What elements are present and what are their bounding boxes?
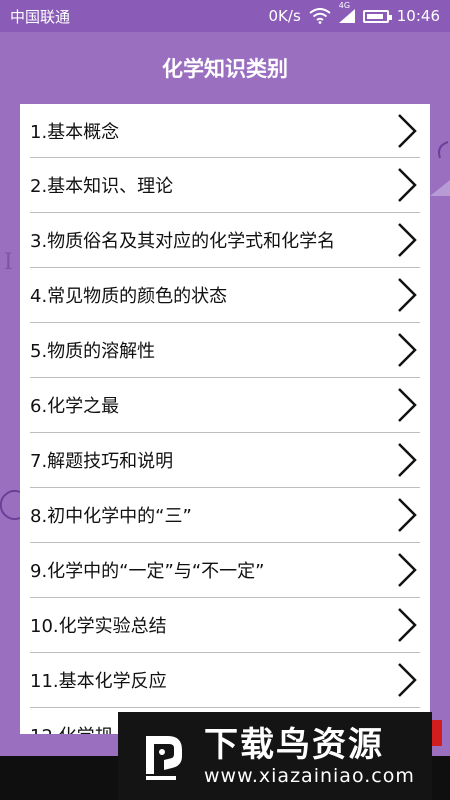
chevron-right-icon <box>398 333 417 367</box>
watermark-url: www.xiazainiao.com <box>204 765 415 787</box>
list-item-label: 6.化学之最 <box>30 396 120 417</box>
list-item-label: 4.常见物质的颜色的状态 <box>30 286 228 307</box>
list-item-label: 12.化学规 <box>30 722 113 734</box>
background-doodle-left: I <box>4 250 13 275</box>
list-item[interactable]: 11.基本化学反应 <box>30 653 420 708</box>
chevron-right-icon <box>398 663 417 697</box>
network-speed: 0K/s <box>268 7 301 25</box>
list-item[interactable]: 6.化学之最 <box>30 378 420 433</box>
status-indicators: 0K/s 4G 10:46 <box>268 1 440 25</box>
signal-group: 4G <box>338 1 355 23</box>
list-item-label: 8.初中化学中的“三” <box>30 506 192 527</box>
list-item[interactable]: 3.物质俗名及其对应的化学式和化学名 <box>30 213 420 268</box>
background-circle-doodle <box>0 490 21 520</box>
status-bar: 中国联通 0K/s 4G 10:46 <box>0 0 450 32</box>
list-item[interactable]: 5.物质的溶解性 <box>30 323 420 378</box>
list-item-label: 5.物质的溶解性 <box>30 341 156 362</box>
signal-icon <box>338 9 355 23</box>
chevron-right-icon <box>398 388 417 422</box>
chevron-right-icon <box>398 113 417 148</box>
list-item[interactable]: 10.化学实验总结 <box>30 598 420 653</box>
chevron-right-icon <box>398 223 417 257</box>
battery-icon <box>362 9 392 23</box>
carrier-label: 中国联通 <box>10 7 71 26</box>
watermark-title: 下载鸟资源 <box>204 725 384 765</box>
wifi-icon <box>309 8 331 24</box>
page-header: 化学知识类别 <box>0 32 450 104</box>
list-item[interactable]: 7.解题技巧和说明 <box>30 433 420 488</box>
list-item-label: 1.基本概念 <box>30 121 120 143</box>
chevron-right-icon <box>398 443 417 477</box>
list-item-label: 9.化学中的“一定”与“不一定” <box>30 561 265 582</box>
category-list: 1.基本概念 2.基本知识、理论 3.物质俗名及其对应的化学式和化学名 4.常见物质的… <box>20 104 430 734</box>
background-triangle-doodle <box>430 180 450 196</box>
list-item-label: 3.物质俗名及其对应的化学式和化学名 <box>30 231 336 252</box>
background-arc-doodle <box>438 141 449 159</box>
chevron-right-icon <box>398 278 417 312</box>
list-item[interactable]: 9.化学中的“一定”与“不一定” <box>30 543 420 598</box>
list-item-label: 10.化学实验总结 <box>30 616 167 637</box>
bird-logo-icon <box>146 736 182 780</box>
chevron-right-icon <box>398 168 417 202</box>
clock: 10:46 <box>396 7 440 25</box>
list-item[interactable]: 8.初中化学中的“三” <box>30 488 420 543</box>
chevron-right-icon <box>398 553 417 587</box>
list-item[interactable]: 1.基本概念 <box>30 104 420 158</box>
watermark-text: 下载鸟资源 www.xiazainiao.com <box>204 725 415 787</box>
list-item[interactable]: 4.常见物质的颜色的状态 <box>30 268 420 323</box>
list-item[interactable]: 2.基本知识、理论 <box>30 158 420 213</box>
watermark-banner: 下载鸟资源 www.xiazainiao.com <box>118 712 432 800</box>
chevron-right-icon <box>398 608 417 642</box>
list-item-label: 11.基本化学反应 <box>30 671 167 692</box>
chevron-right-icon <box>398 498 417 532</box>
page-title: 化学知识类别 <box>162 57 288 81</box>
list-item-label: 2.基本知识、理论 <box>30 176 174 197</box>
list-item-label: 7.解题技巧和说明 <box>30 451 174 472</box>
network-type: 4G <box>338 1 351 10</box>
